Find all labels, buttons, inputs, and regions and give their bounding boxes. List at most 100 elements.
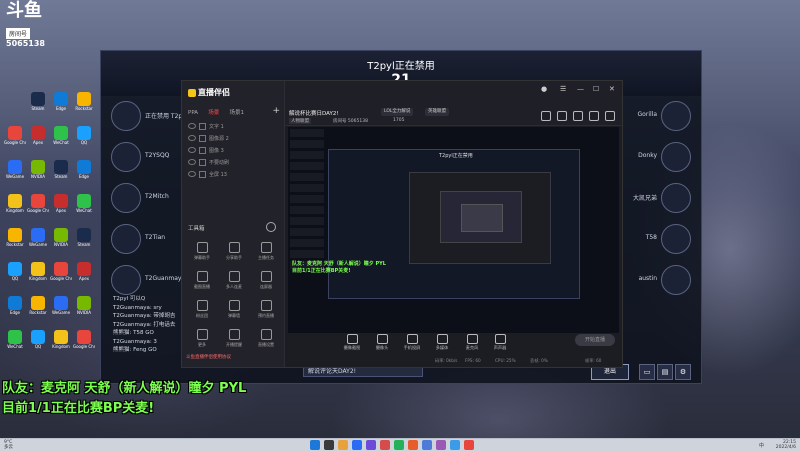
source-item[interactable]: 不要动刷 <box>188 157 280 167</box>
tray-language[interactable]: 中 <box>759 442 764 449</box>
source-item[interactable]: 图像 3 <box>188 145 280 155</box>
tool-button[interactable]: 更多 <box>186 325 218 348</box>
taskbar-app-icon[interactable] <box>380 440 390 450</box>
control-button[interactable]: 手机投屏 <box>399 333 425 351</box>
taskbar-app-icon[interactable] <box>408 440 418 450</box>
desktop-icon[interactable]: Steam <box>73 228 95 258</box>
lock-icon[interactable] <box>199 134 206 142</box>
desktop-icon[interactable]: QQ <box>4 262 26 292</box>
desktop-icon[interactable]: Apex <box>27 126 49 156</box>
desktop-icon[interactable]: Edge <box>4 296 26 326</box>
desktop-icon[interactable]: NVIDIA <box>73 296 95 326</box>
weather-widget[interactable]: 9°C 多云 <box>4 440 13 450</box>
lock-icon[interactable] <box>199 170 206 178</box>
shop-icon[interactable] <box>557 111 567 121</box>
eye-icon[interactable] <box>188 123 196 129</box>
tool-button[interactable]: 多人连麦 <box>218 267 250 290</box>
desktop-icon[interactable]: Kingdom <box>27 262 49 292</box>
desktop-icon[interactable]: Google Chrome <box>27 194 49 224</box>
chat-icon[interactable]: ▭ <box>639 364 655 380</box>
desktop-icon[interactable]: Kingdom <box>50 330 72 360</box>
desktop-icon[interactable]: NVIDIA <box>50 228 72 258</box>
desktop-icon[interactable]: WeChat <box>4 330 26 360</box>
minimize-icon[interactable]: — <box>577 85 584 93</box>
desktop-icon[interactable]: Google Chrome <box>4 126 26 156</box>
taskbar-app-icon[interactable] <box>422 440 432 450</box>
toolbox-settings-icon[interactable] <box>266 222 276 232</box>
clock[interactable]: 22:15 2022/4/6 <box>776 440 796 450</box>
taskbar-app-icon[interactable] <box>338 440 348 450</box>
source-item[interactable]: 全屏 13 <box>188 169 280 179</box>
desktop-icon[interactable]: Rockstar <box>27 296 49 326</box>
desktop-icon[interactable]: Apex <box>50 194 72 224</box>
scene-tab-0[interactable]: PPA <box>188 110 198 116</box>
share-network-icon[interactable] <box>605 111 615 121</box>
taskbar-app-icon[interactable] <box>464 440 474 450</box>
tool-button[interactable]: 开播提醒 <box>218 325 250 348</box>
lock-icon[interactable] <box>199 146 206 154</box>
taskbar-app-icon[interactable] <box>352 440 362 450</box>
eye-icon[interactable] <box>188 135 196 141</box>
source-item[interactable]: 图像源 2 <box>188 133 280 143</box>
close-icon[interactable]: ✕ <box>609 85 615 93</box>
desktop-icon[interactable]: WeGame <box>4 160 26 190</box>
add-scene-icon[interactable]: + <box>272 106 280 116</box>
eye-icon[interactable] <box>188 159 196 165</box>
scene-tab-2[interactable]: 场景1 <box>230 108 245 116</box>
tool-button[interactable]: 直播设置 <box>250 325 282 348</box>
eye-icon[interactable] <box>188 171 196 177</box>
tool-button[interactable]: 弹幕墙 <box>218 296 250 319</box>
maximize-icon[interactable]: ☐ <box>593 85 599 93</box>
desktop-icon[interactable]: Kingdom <box>4 194 26 224</box>
lock-icon[interactable] <box>199 122 206 130</box>
control-button[interactable]: 声声器 <box>487 333 513 351</box>
desktop-icon[interactable]: WeGame <box>27 228 49 258</box>
desktop-icon[interactable]: Rockstar <box>73 92 95 122</box>
tool-button[interactable]: 弹幕助手 <box>186 238 218 261</box>
desktop-icon[interactable]: Steam <box>27 92 49 122</box>
source-item[interactable]: 文字 1 <box>188 121 280 131</box>
taskbar-app-icon[interactable] <box>394 440 404 450</box>
desktop-icon[interactable]: WeChat <box>50 126 72 156</box>
desktop-icon[interactable]: Google Chrome <box>50 262 72 292</box>
taskbar-app-icon[interactable] <box>366 440 376 450</box>
taskbar-app-icon[interactable] <box>450 440 460 450</box>
tool-button[interactable]: 主播任务 <box>250 238 282 261</box>
control-button[interactable]: 麦克风 <box>459 333 485 351</box>
desktop-icon[interactable]: Rockstar <box>4 228 26 258</box>
settings-header-icon[interactable] <box>589 111 599 121</box>
menu-icon[interactable]: ☰ <box>560 85 566 93</box>
desktop-icon[interactable]: NVIDIA <box>27 160 49 190</box>
taskbar-app-icon[interactable] <box>436 440 446 450</box>
gift-icon[interactable] <box>541 111 551 121</box>
desktop-icon[interactable]: Edge <box>50 92 72 122</box>
taskbar-app-icon[interactable] <box>310 440 320 450</box>
chat-bubble-icon[interactable]: ▤ <box>657 364 673 380</box>
desktop-icon[interactable]: Steam <box>50 160 72 190</box>
desktop-icon[interactable]: Google Chrome <box>73 330 95 360</box>
desktop-icon[interactable]: QQ <box>27 330 49 360</box>
control-button[interactable]: 多媒体 <box>429 333 455 351</box>
desktop-icon[interactable]: WeGame <box>50 296 72 326</box>
settings-icon[interactable]: ⚙ <box>675 364 691 380</box>
tag-button[interactable]: 英雄联盟 <box>425 108 449 116</box>
desktop-icon[interactable]: QQ <box>73 126 95 156</box>
category-button[interactable]: LOL全力解说 <box>381 108 414 116</box>
share-icon[interactable] <box>573 111 583 121</box>
tool-button[interactable]: 粉丝团 <box>186 296 218 319</box>
desktop-icon[interactable]: Apex <box>73 262 95 292</box>
tool-button[interactable]: 预约直播 <box>250 296 282 319</box>
room-title[interactable]: 解说杯比赛日DAY2! <box>289 109 339 117</box>
lock-icon[interactable] <box>199 158 206 166</box>
go-live-button[interactable]: 开始直播 <box>575 334 615 346</box>
control-button[interactable]: 摄像头 <box>369 333 395 351</box>
taskbar-app-icon[interactable] <box>324 440 334 450</box>
desktop-icon[interactable]: WeChat <box>73 194 95 224</box>
app-footer-note[interactable]: 斗鱼直播伴侣使用协议 <box>186 354 231 360</box>
tool-button[interactable]: 截图直播 <box>186 267 218 290</box>
tool-button[interactable]: 分享助手 <box>218 238 250 261</box>
avatar-icon[interactable]: ● <box>541 85 547 93</box>
tool-button[interactable]: 连屏器 <box>250 267 282 290</box>
eye-icon[interactable] <box>188 147 196 153</box>
scene-tab-1[interactable]: 场景 <box>208 108 219 116</box>
